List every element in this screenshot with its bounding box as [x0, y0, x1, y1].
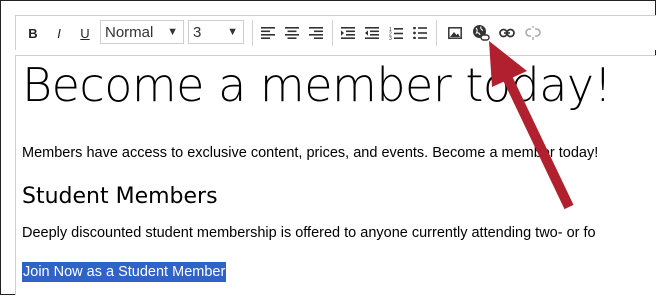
bullet-list-icon [413, 27, 427, 39]
editor-content-area[interactable]: Become a member today! Members have acce… [15, 55, 656, 295]
chevron-down-icon: ▼ [167, 26, 178, 38]
svg-text:3: 3 [389, 36, 392, 40]
unlink-icon [525, 26, 541, 40]
font-size-select-value: 3 [193, 23, 202, 41]
underline-button[interactable]: U [76, 20, 94, 46]
format-select[interactable]: Normal ▼ [100, 20, 184, 44]
indent-button[interactable] [338, 20, 358, 46]
selected-text[interactable]: Join Now as a Student Member [22, 262, 227, 282]
paragraph-student[interactable]: Deeply discounted student membership is … [22, 225, 596, 241]
outdent-icon [365, 27, 379, 39]
bullet-list-button[interactable] [410, 20, 430, 46]
font-size-select[interactable]: 3 ▼ [188, 20, 244, 44]
heading-1[interactable]: Become a member today! [22, 58, 612, 112]
align-center-button[interactable] [282, 20, 302, 46]
unlink-button[interactable] [522, 20, 544, 46]
toolbar-divider [252, 20, 253, 46]
toolbar-divider [332, 20, 333, 46]
align-center-icon [285, 27, 299, 39]
outdent-button[interactable] [362, 20, 382, 46]
format-select-value: Normal [105, 23, 154, 41]
insert-link-button[interactable] [496, 20, 518, 46]
web-link-icon [473, 25, 490, 41]
insert-web-link-button[interactable] [470, 20, 492, 46]
align-right-button[interactable] [306, 20, 326, 46]
align-right-icon [309, 27, 323, 39]
align-left-button[interactable] [258, 20, 278, 46]
window-frame: B I U Normal ▼ 3 ▼ 123 Become a member t… [0, 0, 656, 295]
image-icon [448, 27, 462, 39]
heading-2[interactable]: Student Members [22, 184, 218, 209]
paragraph-intro[interactable]: Members have access to exclusive content… [22, 145, 598, 161]
bold-button[interactable]: B [24, 20, 42, 46]
editor-toolbar: B I U Normal ▼ 3 ▼ 123 [15, 15, 656, 50]
insert-image-button[interactable] [444, 20, 466, 46]
chevron-down-icon: ▼ [227, 26, 238, 38]
ordered-list-icon: 123 [389, 27, 403, 40]
italic-button[interactable]: I [50, 20, 68, 46]
align-left-icon [261, 27, 275, 39]
link-icon [499, 28, 515, 38]
indent-icon [341, 27, 355, 39]
ordered-list-button[interactable]: 123 [386, 20, 406, 46]
toolbar-divider [436, 20, 437, 46]
